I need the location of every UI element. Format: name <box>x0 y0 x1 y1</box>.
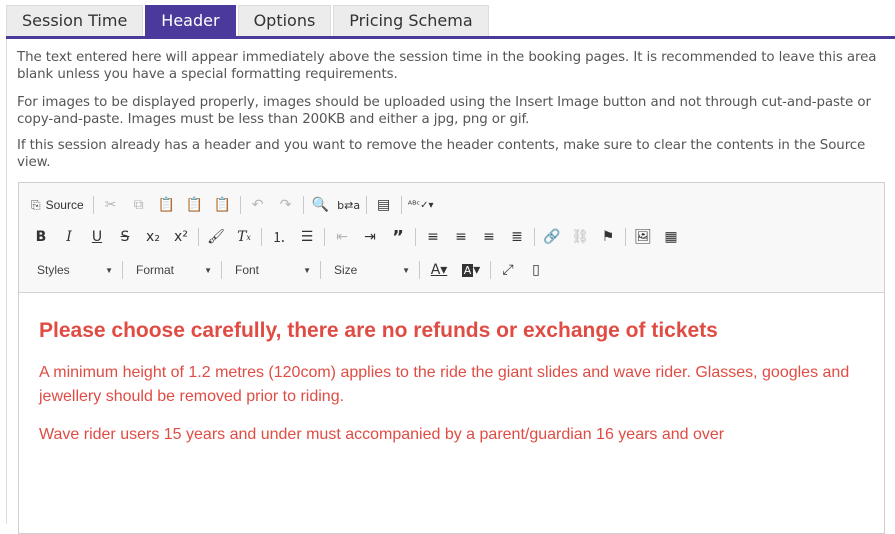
format-dropdown[interactable]: Format ▼ <box>126 258 218 282</box>
source-button[interactable]: ⎘ Source <box>27 193 90 217</box>
size-dropdown[interactable]: Size ▼ <box>324 258 416 282</box>
format-label: Format <box>136 263 175 277</box>
separator <box>239 196 241 214</box>
table-icon[interactable]: ▦ <box>657 225 685 249</box>
chevron-down-icon: ▼ <box>105 265 113 275</box>
align-center-icon[interactable]: ≡ <box>447 225 475 249</box>
bold-icon[interactable]: B <box>27 225 55 249</box>
underline-icon[interactable]: U <box>83 225 111 249</box>
toolbar-row-1: ⎘ Source ✂ ⧉ 📋 📋 📋 ↶ ↷ 🔍 b⇄a ▤ ᴬᴮᶜ✓▾ <box>27 193 437 217</box>
anchor-icon[interactable]: ⚑ <box>594 225 622 249</box>
editor-content[interactable]: Please choose carefully, there are no re… <box>19 293 884 533</box>
bulleted-list-icon[interactable]: ☰ <box>293 225 321 249</box>
redo-icon[interactable]: ↷ <box>272 193 300 217</box>
cut-icon[interactable]: ✂ <box>97 193 125 217</box>
separator <box>400 196 402 214</box>
paste-text-icon[interactable]: 📋 <box>181 193 209 217</box>
select-all-icon[interactable]: ▤ <box>370 193 398 217</box>
unlink-icon[interactable]: ⛓ <box>566 225 594 249</box>
tab-session-time[interactable]: Session Time <box>6 5 144 36</box>
text-color-icon[interactable]: A▾ <box>423 258 455 282</box>
rich-text-editor: ⎘ Source ✂ ⧉ 📋 📋 📋 ↶ ↷ 🔍 b⇄a ▤ ᴬᴮᶜ✓▾ B I… <box>18 182 885 534</box>
description-text-2: For images to be displayed properly, ima… <box>17 95 871 127</box>
replace-icon[interactable]: b⇄a <box>335 193 363 217</box>
remove-format-icon[interactable]: Tx <box>230 225 258 249</box>
separator <box>625 228 626 246</box>
styles-dropdown[interactable]: Styles ▼ <box>27 258 119 282</box>
maximize-icon[interactable]: ⤢ <box>494 258 522 282</box>
tab-options[interactable]: Options <box>237 5 332 36</box>
chevron-down-icon: ▼ <box>303 265 311 275</box>
strikethrough-icon[interactable]: S <box>111 225 139 249</box>
copy-format-icon[interactable]: 🖌 <box>202 225 230 249</box>
italic-icon[interactable]: I <box>55 225 83 249</box>
align-left-icon[interactable]: ≡ <box>419 225 447 249</box>
paste-icon[interactable]: 📋 <box>153 193 181 217</box>
content-paragraph-2: Wave rider users 15 years and under must… <box>39 426 725 443</box>
description-text-3: If this session already has a header and… <box>17 138 866 170</box>
separator <box>490 261 491 279</box>
description-text-1: The text entered here will appear immedi… <box>17 50 877 82</box>
tab-pricing-schema[interactable]: Pricing Schema <box>333 5 489 36</box>
separator <box>365 196 367 214</box>
font-label: Font <box>235 263 260 277</box>
subscript-icon[interactable]: x₂ <box>139 225 167 249</box>
chevron-down-icon: ▼ <box>204 265 212 275</box>
tab-bar: Session Time Header Options Pricing Sche… <box>6 5 491 36</box>
link-icon[interactable]: 🔗 <box>538 225 566 249</box>
size-label: Size <box>334 263 358 277</box>
styles-label: Styles <box>37 263 70 277</box>
copy-icon[interactable]: ⧉ <box>125 193 153 217</box>
separator <box>415 228 416 246</box>
image-icon[interactable]: 🖼 <box>629 225 657 249</box>
blockquote-icon[interactable]: ” <box>384 225 412 249</box>
separator <box>419 261 420 279</box>
separator <box>221 261 222 279</box>
paste-word-icon[interactable]: 📋 <box>209 193 237 217</box>
undo-icon[interactable]: ↶ <box>244 193 272 217</box>
editor-toolbar: ⎘ Source ✂ ⧉ 📋 📋 📋 ↶ ↷ 🔍 b⇄a ▤ ᴬᴮᶜ✓▾ B I… <box>19 183 884 293</box>
justify-icon[interactable]: ≣ <box>503 225 531 249</box>
background-color-icon[interactable]: A ▾ <box>455 258 487 282</box>
find-icon[interactable]: 🔍 <box>307 193 335 217</box>
header-panel: The text entered here will appear immedi… <box>6 39 895 534</box>
source-icon: ⎘ <box>31 197 41 212</box>
numbered-list-icon[interactable]: ⒈ <box>265 225 293 249</box>
toolbar-row-2: B I U S x₂ x² 🖌 Tx ⒈ ☰ ⇤ ⇥ ” ≡ ≡ ≡ ≣ 🔗 ⛓… <box>27 225 685 249</box>
separator <box>534 228 535 246</box>
spellcheck-icon[interactable]: ᴬᴮᶜ✓▾ <box>405 193 437 217</box>
font-dropdown[interactable]: Font ▼ <box>225 258 317 282</box>
source-label: Source <box>45 198 84 212</box>
content-heading: Please choose carefully, there are no re… <box>39 319 718 342</box>
superscript-icon[interactable]: x² <box>167 225 195 249</box>
chevron-down-icon: ▼ <box>402 265 410 275</box>
separator <box>198 228 199 246</box>
separator <box>92 196 94 214</box>
content-paragraph-1: A minimum height of 1.2 metres (120com) … <box>39 364 850 405</box>
separator <box>320 261 321 279</box>
indent-icon[interactable]: ⇥ <box>356 225 384 249</box>
separator <box>261 228 262 246</box>
tab-header[interactable]: Header <box>145 5 236 36</box>
separator <box>324 228 325 246</box>
separator <box>122 261 123 279</box>
toolbar-row-3: Styles ▼ Format ▼ Font ▼ Size ▼ A▾ A ▾ ⤢… <box>27 258 550 282</box>
separator <box>302 196 304 214</box>
align-right-icon[interactable]: ≡ <box>475 225 503 249</box>
show-blocks-icon[interactable]: ▯ <box>522 258 550 282</box>
outdent-icon[interactable]: ⇤ <box>328 225 356 249</box>
